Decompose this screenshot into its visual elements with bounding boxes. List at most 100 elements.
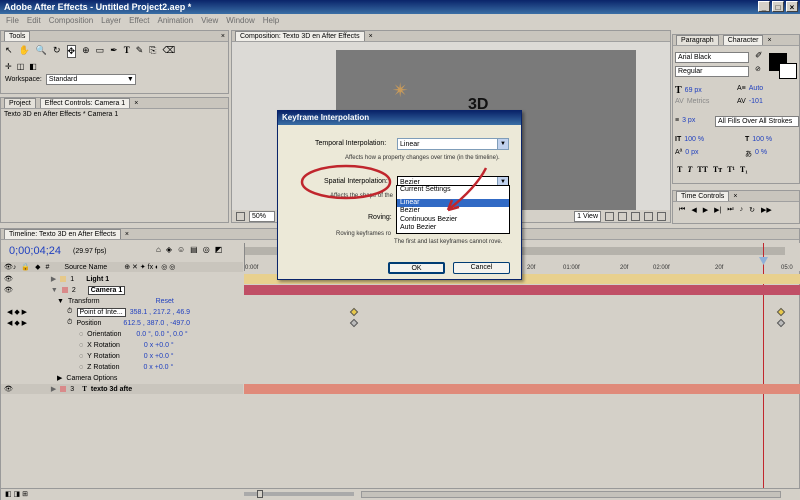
frame-blending-icon[interactable]: ▤ bbox=[190, 245, 198, 254]
faux-bold-button[interactable]: T bbox=[677, 165, 682, 174]
view-axis-icon[interactable]: ◧ bbox=[29, 62, 37, 71]
expand-panes-icon[interactable]: ◧ ◨ ⊞ bbox=[5, 490, 28, 498]
property-value[interactable]: 0 x +0.0 ° bbox=[144, 353, 174, 360]
keyframe[interactable] bbox=[776, 307, 786, 317]
menu-composition[interactable]: Composition bbox=[49, 16, 93, 26]
property-group-row[interactable]: ▶ Camera Options bbox=[1, 373, 243, 383]
stopwatch-icon[interactable]: ⏱ bbox=[67, 308, 72, 316]
close-icon[interactable]: × bbox=[369, 33, 373, 40]
close-icon[interactable]: × bbox=[221, 33, 225, 40]
property-row[interactable]: ◀ ◆ ▶ ⏱ Point of Inte... 358.1 , 217.2 ,… bbox=[1, 307, 243, 317]
last-frame-icon[interactable]: ⏭ bbox=[727, 206, 733, 214]
pan-behind-tool-icon[interactable]: ⊕ bbox=[82, 45, 90, 58]
leading-value[interactable]: Auto bbox=[749, 85, 763, 92]
selection-tool-icon[interactable]: ↖ bbox=[5, 45, 13, 58]
safe-zones-icon[interactable] bbox=[236, 211, 245, 221]
property-row[interactable]: ◌ X Rotation 0 x +0.0 ° bbox=[1, 340, 243, 350]
layer-name[interactable]: Camera 1 bbox=[87, 285, 126, 295]
reset-link[interactable]: Reset bbox=[156, 298, 174, 305]
time-indicator-head[interactable] bbox=[759, 257, 768, 265]
expand-arrow-icon[interactable]: ▶ bbox=[57, 374, 62, 382]
cancel-button[interactable]: Cancel bbox=[453, 262, 510, 274]
baseline-shift-value[interactable]: 0 px bbox=[685, 149, 698, 156]
menu-layer[interactable]: Layer bbox=[101, 16, 121, 26]
hand-tool-icon[interactable]: ✋ bbox=[19, 45, 30, 58]
vertical-scale-value[interactable]: 100 % bbox=[684, 136, 704, 143]
eye-icon[interactable]: 👁 bbox=[4, 275, 13, 283]
layer-row[interactable]: 👁 ▶ 3 T texto 3d afte bbox=[1, 384, 243, 394]
stopwatch-icon[interactable]: ⏱ bbox=[67, 319, 72, 327]
type-tool-icon[interactable]: T bbox=[124, 45, 130, 58]
property-value[interactable]: 0 x +0.0 ° bbox=[144, 342, 174, 349]
tab-time-controls[interactable]: Time Controls bbox=[676, 191, 730, 201]
stopwatch-icon[interactable]: ◌ bbox=[79, 353, 83, 360]
exposure-icon[interactable] bbox=[657, 211, 666, 221]
menu-file[interactable]: File bbox=[6, 16, 19, 26]
ok-button[interactable]: OK bbox=[388, 262, 445, 274]
menu-animation[interactable]: Animation bbox=[157, 16, 193, 26]
shy-icon[interactable]: ☺ bbox=[177, 245, 185, 254]
small-caps-button[interactable]: Tт bbox=[713, 165, 722, 174]
pen-tool-icon[interactable]: ✒ bbox=[110, 45, 118, 58]
close-icon[interactable]: × bbox=[733, 193, 737, 200]
stopwatch-icon[interactable]: ◌ bbox=[79, 342, 83, 349]
keyframe-nav-icon[interactable]: ◀ ◆ ▶ bbox=[7, 319, 27, 327]
draft-3d-icon[interactable]: ◈ bbox=[166, 245, 172, 254]
graph-editor-icon[interactable]: ◩ bbox=[215, 245, 223, 254]
faux-italic-button[interactable]: T bbox=[687, 165, 692, 174]
layer-name[interactable]: texto 3d afte bbox=[91, 386, 132, 393]
layer-row[interactable]: 👁 ▶ 1 Light 1 bbox=[1, 274, 243, 284]
eyedropper-icon[interactable]: ✐ bbox=[755, 50, 765, 62]
view-layout-select[interactable]: 1 View bbox=[574, 210, 601, 222]
temporal-interpolation-select[interactable]: Linear ▼ bbox=[397, 138, 509, 150]
ram-preview-icon[interactable]: ▶▶ bbox=[761, 206, 772, 214]
font-family-select[interactable]: Arial Black bbox=[675, 52, 749, 63]
eye-icon[interactable]: 👁 bbox=[4, 385, 13, 393]
tab-composition[interactable]: Composition: Texto 3D en After Effects bbox=[235, 31, 365, 41]
label-color[interactable] bbox=[60, 276, 67, 282]
horizontal-scale-value[interactable]: 100 % bbox=[752, 136, 772, 143]
eye-icon[interactable]: 👁 bbox=[4, 286, 13, 294]
orbit-camera-tool-icon[interactable]: ✥ bbox=[66, 45, 77, 58]
layer-bar-camera[interactable] bbox=[244, 285, 800, 295]
motion-blur-icon[interactable]: ◎ bbox=[203, 245, 210, 254]
tab-project[interactable]: Project bbox=[4, 98, 36, 108]
menu-view[interactable]: View bbox=[201, 16, 218, 26]
collapse-arrow-icon[interactable]: ▼ bbox=[57, 298, 64, 305]
stopwatch-icon[interactable]: ◌ bbox=[79, 364, 83, 371]
expand-arrow-icon[interactable]: ▶ bbox=[51, 275, 56, 283]
tsume-value[interactable]: 0 % bbox=[755, 149, 767, 159]
menu-help[interactable]: Help bbox=[263, 16, 279, 26]
close-icon[interactable]: × bbox=[125, 231, 129, 238]
property-row[interactable]: ◌ Y Rotation 0 x +0.0 ° bbox=[1, 351, 243, 361]
horizontal-scrollbar[interactable] bbox=[361, 491, 781, 498]
label-color[interactable] bbox=[60, 386, 67, 392]
first-frame-icon[interactable]: ⏮ bbox=[679, 206, 685, 214]
layer-row[interactable]: 👁 ▼ 2 Camera 1 bbox=[1, 285, 243, 295]
pixel-aspect-icon[interactable] bbox=[631, 211, 640, 221]
tools-tab[interactable]: Tools bbox=[4, 31, 31, 41]
tab-timeline[interactable]: Timeline: Texto 3D en After Effects bbox=[4, 229, 121, 239]
menu-effect[interactable]: Effect bbox=[129, 16, 149, 26]
flowchart-icon[interactable] bbox=[644, 211, 653, 221]
expand-arrow-icon[interactable]: ▶ bbox=[51, 385, 56, 393]
comp-marker-icon[interactable]: ⌂ bbox=[156, 245, 161, 254]
property-value[interactable]: 0 x +0.0 ° bbox=[143, 364, 173, 371]
local-axis-icon[interactable]: ✛ bbox=[5, 62, 12, 71]
tab-paragraph[interactable]: Paragraph bbox=[676, 35, 719, 45]
close-icon[interactable]: × bbox=[134, 100, 138, 107]
rectangle-mask-tool-icon[interactable]: ▭ bbox=[96, 45, 105, 58]
workspace-select[interactable]: Standard ▼ bbox=[45, 74, 136, 85]
close-icon[interactable]: × bbox=[767, 37, 771, 44]
property-label[interactable]: Point of Inte... bbox=[76, 307, 126, 317]
stroke-width-value[interactable]: 3 px bbox=[682, 117, 695, 124]
prev-frame-icon[interactable]: ◀ bbox=[691, 206, 696, 214]
zoom-slider-thumb[interactable] bbox=[257, 490, 263, 498]
property-value[interactable]: 612.5 , 387.0 , -497.0 bbox=[123, 320, 190, 327]
layer-bar-text[interactable] bbox=[244, 384, 800, 394]
tracking-value[interactable]: -101 bbox=[749, 98, 763, 105]
toggle-mask-icon[interactable] bbox=[618, 211, 627, 221]
no-color-icon[interactable]: ⊘ bbox=[755, 65, 761, 73]
font-size-value[interactable]: 69 px bbox=[685, 87, 702, 94]
audio-icon[interactable]: ♪ bbox=[740, 206, 744, 214]
